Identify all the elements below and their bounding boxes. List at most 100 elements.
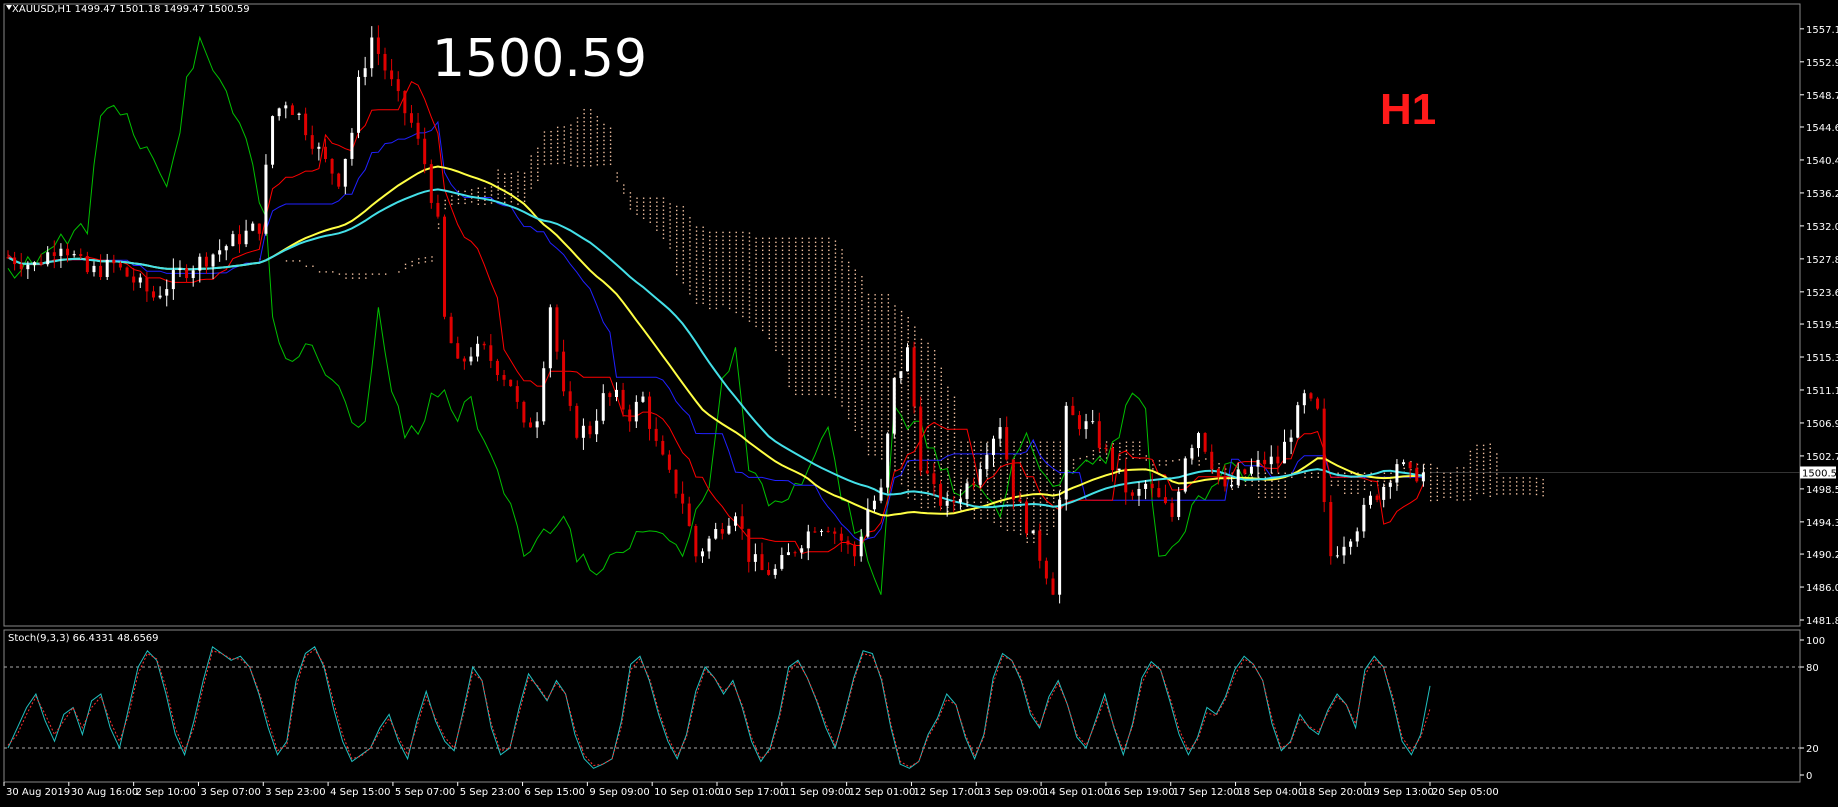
cloud-dot [854, 297, 856, 299]
cloud-dot [834, 312, 837, 314]
cloud-dot [933, 442, 936, 444]
candle-body [118, 263, 122, 268]
cloud-dot [682, 242, 685, 244]
cloud-dot [768, 277, 771, 280]
candle-body [449, 316, 453, 344]
cloud-dot [861, 396, 863, 398]
cloud-dot [894, 357, 896, 359]
cloud-dot [748, 236, 751, 238]
cloud-dot [947, 394, 949, 397]
cloud-dot [887, 406, 890, 408]
cloud-dot [550, 142, 552, 145]
cloud-dot [788, 293, 790, 296]
cloud-dot [1443, 492, 1445, 494]
cloud-dot [649, 197, 651, 199]
price-chart[interactable]: XAUUSD,H1 1499.47 1501.18 1499.47 1500.5… [0, 0, 1838, 802]
cloud-dot [709, 287, 711, 290]
cloud-dot [709, 291, 711, 294]
cloud-dot [603, 155, 605, 158]
cloud-dot [1053, 461, 1055, 463]
cloud-dot [1026, 465, 1028, 467]
cloud-dot [940, 379, 942, 382]
cloud-dot [980, 513, 982, 515]
cloud-dot [1383, 480, 1386, 482]
candle-body [853, 544, 857, 557]
cloud-dot [788, 369, 790, 372]
cloud-dot [940, 451, 942, 454]
cloud-dot [504, 181, 506, 183]
cloud-dot [914, 482, 916, 484]
cloud-dot [821, 389, 823, 392]
cloud-dot [980, 441, 982, 443]
cloud-dot [795, 365, 797, 368]
cloud-dot [907, 329, 909, 331]
cloud-dot [1489, 451, 1491, 453]
cloud-dot [709, 299, 711, 302]
cloud-dot [1489, 467, 1491, 469]
cloud-dot [881, 414, 883, 416]
candle-body [1091, 421, 1095, 423]
cloud-dot [742, 279, 744, 282]
cloud-dot [1119, 442, 1121, 445]
cloud-dot [722, 239, 724, 242]
cloud-dot [1053, 441, 1055, 443]
cloud-dot [1496, 473, 1498, 475]
cloud-dot [702, 242, 704, 244]
cloud-dot [775, 301, 777, 304]
cloud-dot [583, 108, 585, 111]
cloud-dot [768, 325, 771, 328]
cloud-dot [1039, 445, 1042, 447]
cloud-dot [795, 241, 797, 244]
candle-body [66, 248, 70, 256]
cloud-dot [900, 402, 903, 405]
cloud-dot [828, 341, 830, 344]
candle-body [1342, 546, 1346, 556]
cloud-dot [669, 203, 671, 205]
candle-body [958, 499, 962, 503]
cloud-dot [907, 417, 909, 419]
cloud-dot [748, 288, 751, 290]
cloud-dot [980, 457, 982, 459]
cloud-dot [821, 341, 823, 344]
cloud-dot [947, 446, 949, 449]
cloud-dot [444, 207, 446, 210]
cloud-dot [682, 254, 685, 256]
cloud-dot [1476, 488, 1478, 491]
cloud-dot [808, 357, 810, 360]
candle-body [13, 257, 17, 265]
cloud-dot [676, 253, 678, 256]
cloud-dot [1436, 479, 1439, 481]
cloud-dot [841, 405, 843, 407]
cloud-dot [709, 239, 711, 242]
cloud-dot [861, 348, 863, 350]
cloud-dot [914, 470, 916, 472]
cloud-dot [1039, 461, 1042, 463]
cloud-dot [867, 333, 870, 336]
cloud-dot [1456, 483, 1458, 485]
cloud-dot [1033, 521, 1035, 523]
cloud-dot [709, 275, 711, 278]
cloud-dot [761, 253, 764, 256]
cloud-dot [781, 273, 784, 276]
cloud-dot [550, 146, 552, 149]
cloud-dot [722, 271, 724, 274]
cloud-dot [1522, 481, 1524, 483]
cloud-dot [847, 277, 850, 280]
cloud-dot [960, 441, 962, 443]
cloud-dot [828, 373, 830, 376]
cloud-dot [847, 313, 850, 316]
cloud-dot [861, 316, 863, 318]
cloud-dot [940, 475, 942, 478]
cloud-dot [761, 305, 764, 308]
cloud-dot [1350, 480, 1353, 482]
cloud-dot [814, 257, 817, 260]
cloud-dot [1138, 441, 1141, 443]
candle-body [482, 343, 486, 346]
cloud-dot [781, 237, 784, 240]
cloud-dot [854, 369, 856, 371]
cloud-dot [795, 353, 797, 356]
cloud-dot [781, 305, 784, 308]
cloud-dot [814, 349, 817, 352]
cloud-dot [689, 225, 691, 227]
cloud-dot [867, 317, 870, 320]
